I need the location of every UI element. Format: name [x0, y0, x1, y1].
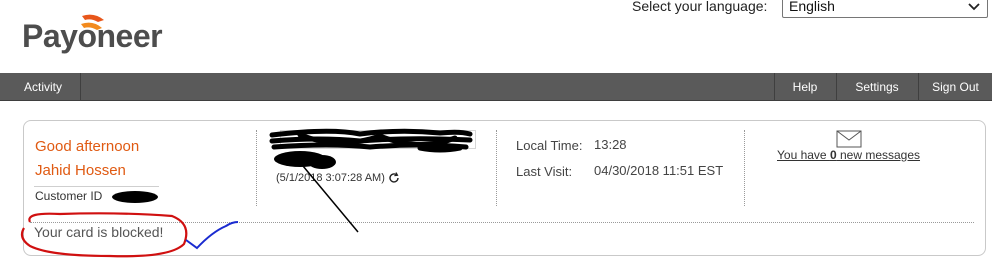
card-status-text: Your card is blocked!: [34, 224, 164, 240]
payoneer-logo[interactable]: Payoneer: [22, 10, 192, 60]
language-selected-value: English: [789, 0, 835, 14]
messages-prefix: You have: [777, 148, 830, 162]
language-select[interactable]: English: [782, 0, 988, 18]
new-messages-link[interactable]: You have 0 new messages: [777, 148, 920, 162]
chevron-down-icon: [968, 3, 980, 11]
last-login-time: (5/1/2018 3:07:28 AM): [276, 172, 385, 184]
column-divider: [256, 130, 257, 206]
column-divider: [496, 130, 497, 206]
local-time-label: Local Time:: [516, 138, 583, 153]
nav-divider: [80, 73, 81, 101]
greeting-text: Good afternoon: [35, 138, 140, 155]
envelope-icon[interactable]: [836, 130, 862, 148]
refresh-icon[interactable]: [387, 171, 401, 185]
column-divider: [744, 130, 745, 206]
customer-id-label: Customer ID: [35, 189, 103, 203]
nav-activity[interactable]: Activity: [7, 73, 79, 101]
user-name: Jahid Hossen: [35, 162, 126, 179]
account-info-box: [280, 130, 476, 149]
language-label: Select your language:: [632, 0, 768, 14]
nav-sign-out[interactable]: Sign Out: [919, 73, 992, 101]
local-time-value: 13:28: [594, 137, 627, 152]
messages-suffix: new messages: [836, 148, 921, 162]
name-underline: [34, 186, 159, 187]
last-visit-value: 04/30/2018 11:51 EST: [594, 163, 724, 178]
last-visit-label: Last Visit:: [516, 164, 573, 179]
nav-help[interactable]: Help: [775, 73, 835, 101]
logo-wordmark: Payoneer: [22, 18, 163, 54]
main-nav-bar: Activity Help Settings Sign Out: [0, 73, 992, 101]
messages-count: 0: [829, 148, 837, 162]
panel-divider: [30, 222, 974, 223]
nav-settings[interactable]: Settings: [837, 73, 917, 101]
